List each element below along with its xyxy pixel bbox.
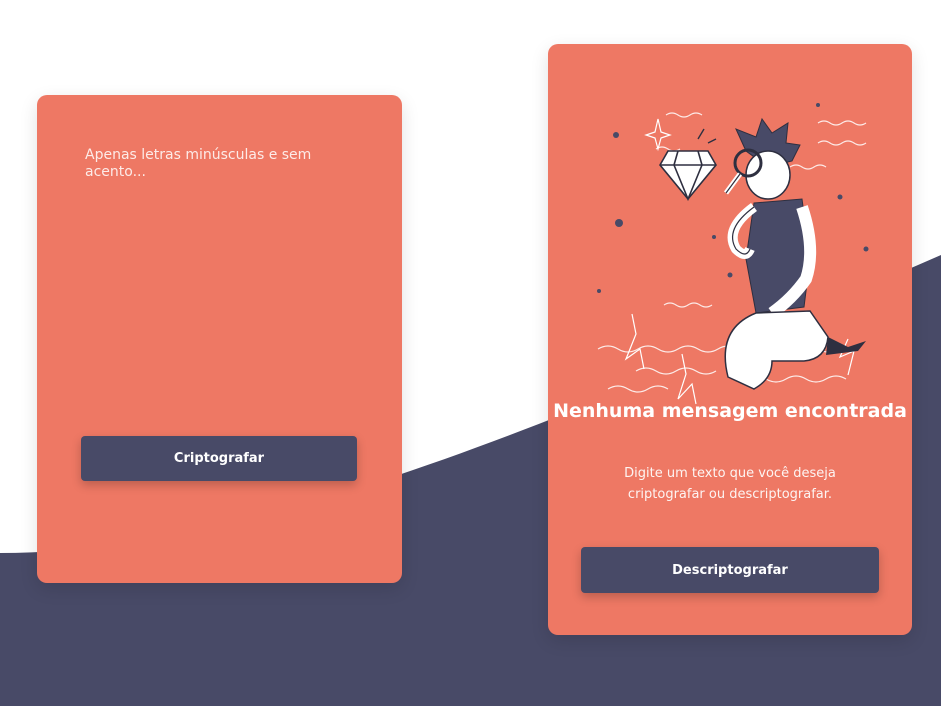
decrypt-button[interactable]: Descriptografar — [581, 547, 879, 593]
empty-state-title: Nenhuma mensagem encontrada — [553, 400, 907, 422]
empty-state-text: Digite um texto que você deseja criptogr… — [624, 466, 836, 502]
encrypt-card: Criptografar — [37, 95, 402, 583]
result-card: Nenhuma mensagem encontrada Digite um te… — [548, 44, 912, 635]
encrypt-button[interactable]: Criptografar — [81, 436, 357, 481]
message-input[interactable] — [83, 145, 357, 409]
magnifier-person-illustration — [597, 103, 869, 405]
